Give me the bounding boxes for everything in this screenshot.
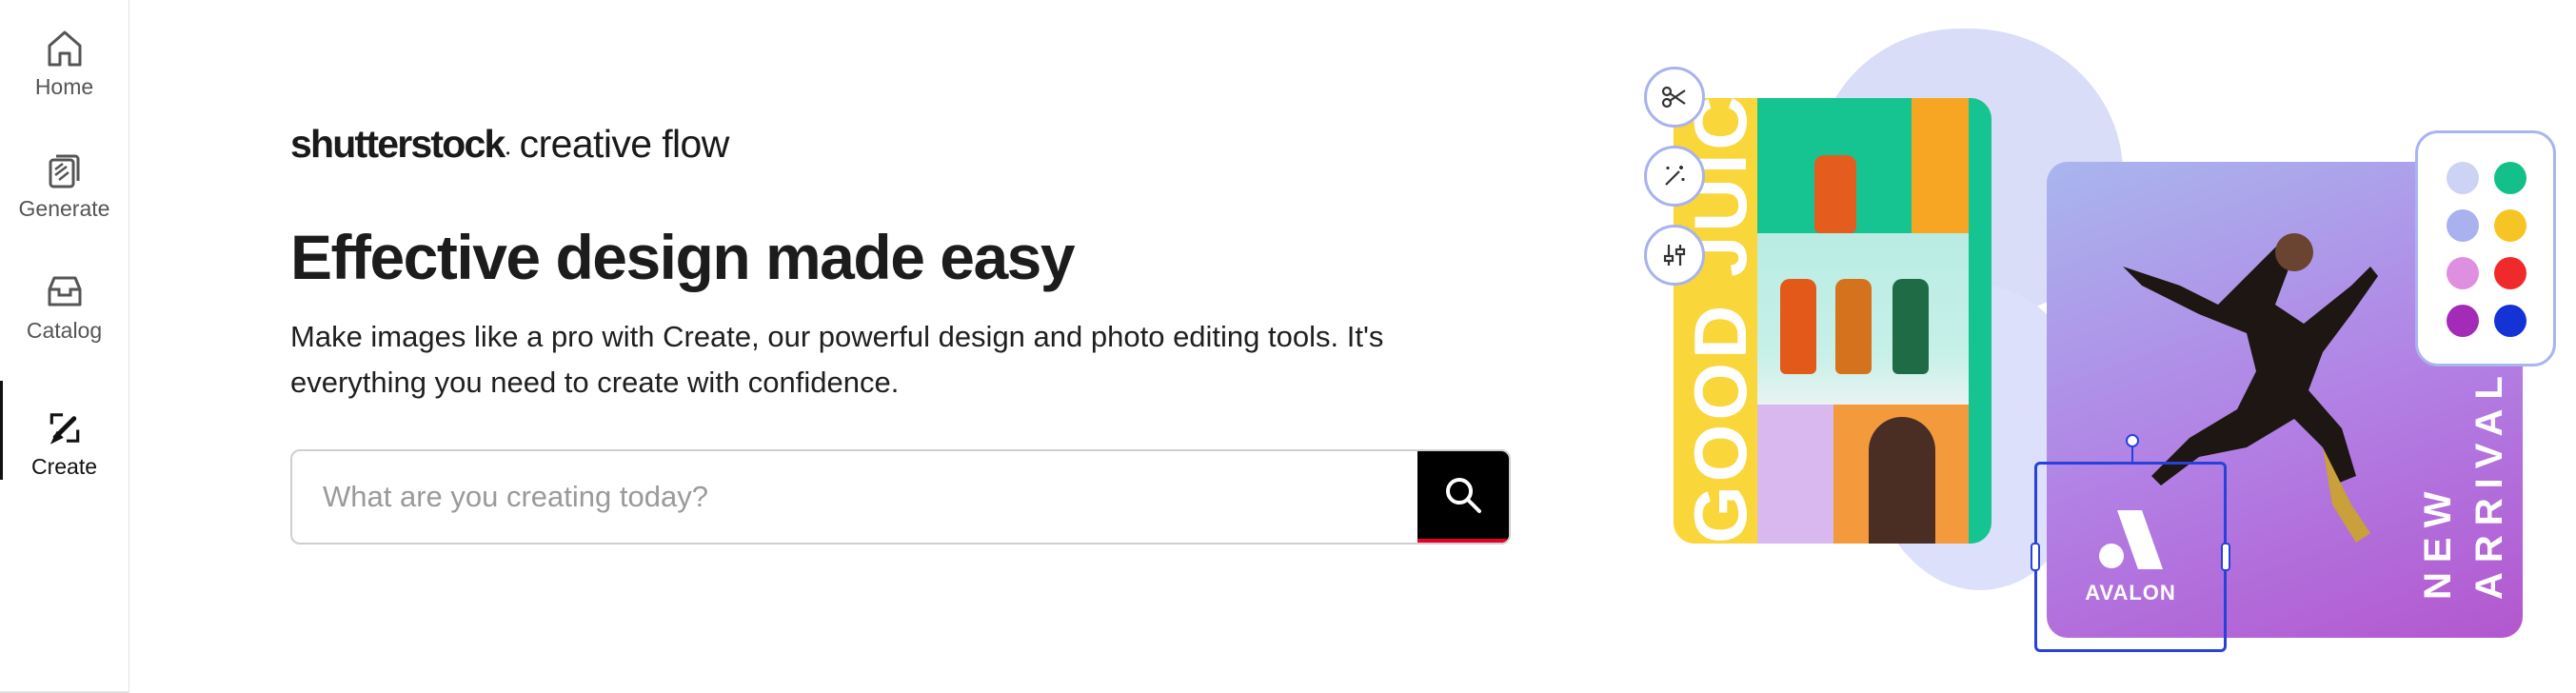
juice-design-card: GOOD JUICE bbox=[1674, 98, 1991, 544]
catalog-icon bbox=[48, 276, 81, 307]
color-swatch[interactable] bbox=[2447, 209, 2479, 242]
cut-tool-button[interactable] bbox=[1644, 67, 1705, 128]
juice-photo-bottom-left bbox=[1757, 405, 1833, 544]
logo-brand: shutterstock bbox=[290, 122, 505, 166]
color-swatch[interactable] bbox=[2447, 305, 2479, 337]
logo-trademark: • bbox=[505, 147, 510, 160]
magic-tool-button[interactable] bbox=[1644, 146, 1705, 207]
sidebar-item-generate[interactable]: Generate bbox=[0, 122, 129, 225]
home-icon bbox=[48, 30, 81, 67]
adjust-sliders-icon bbox=[1663, 245, 1686, 266]
color-swatch[interactable] bbox=[2447, 162, 2479, 194]
color-swatch[interactable] bbox=[2494, 209, 2526, 242]
scissors-icon bbox=[1661, 86, 1686, 109]
sidebar-item-home[interactable]: Home bbox=[0, 0, 129, 103]
hero-illustration: GOOD JUICE NEW ARRIVAL AVALON bbox=[1618, 0, 2576, 693]
color-swatch[interactable] bbox=[2494, 257, 2526, 289]
avalon-logo-mark bbox=[2099, 510, 2163, 569]
bottle bbox=[1814, 155, 1856, 233]
rotate-handle[interactable] bbox=[2126, 434, 2139, 447]
generate-icon bbox=[49, 154, 79, 188]
logo-product: creative flow bbox=[519, 122, 730, 166]
bottle bbox=[1892, 279, 1929, 374]
bottle bbox=[1780, 279, 1816, 374]
sidebar-item-label: Generate bbox=[18, 196, 110, 221]
search-icon bbox=[1446, 478, 1481, 513]
logo-selection-frame[interactable]: AVALON bbox=[2031, 434, 2230, 652]
person-photo bbox=[1869, 417, 1935, 544]
sidebar-item-catalog[interactable]: Catalog bbox=[0, 244, 129, 346]
color-swatch[interactable] bbox=[2494, 162, 2526, 194]
logo-text: AVALON bbox=[2085, 581, 2176, 604]
page-subtitle: Make images like a pro with Create, our … bbox=[290, 320, 1384, 399]
search-bar bbox=[290, 449, 1511, 544]
search-button[interactable] bbox=[1417, 451, 1509, 543]
color-swatch[interactable] bbox=[2447, 257, 2479, 289]
sidebar-item-create[interactable]: Create bbox=[0, 381, 129, 480]
resize-handle-right[interactable] bbox=[2221, 543, 2230, 571]
bottle bbox=[1835, 279, 1872, 374]
rotate-handle-line bbox=[2131, 447, 2133, 465]
create-icon bbox=[50, 413, 79, 445]
resize-handle-left[interactable] bbox=[2031, 543, 2040, 571]
color-palette bbox=[2415, 130, 2556, 366]
sidebar-item-label: Catalog bbox=[26, 318, 103, 343]
page-title: Effective design made easy bbox=[290, 222, 1076, 292]
sidebar-item-label: Create bbox=[30, 454, 98, 479]
sidebar-item-label: Home bbox=[34, 74, 94, 99]
search-input[interactable] bbox=[292, 451, 1417, 543]
juice-side-strip bbox=[1969, 98, 1991, 544]
adjust-tool-button[interactable] bbox=[1644, 225, 1705, 286]
color-swatch[interactable] bbox=[2494, 305, 2526, 337]
sidebar: Home Generate Catalog Create bbox=[0, 0, 129, 693]
magic-wand-icon bbox=[1665, 166, 1685, 186]
shutterstock-logo[interactable]: shutterstock • creative flow bbox=[290, 122, 729, 169]
juice-photo-orange bbox=[1912, 98, 1969, 233]
